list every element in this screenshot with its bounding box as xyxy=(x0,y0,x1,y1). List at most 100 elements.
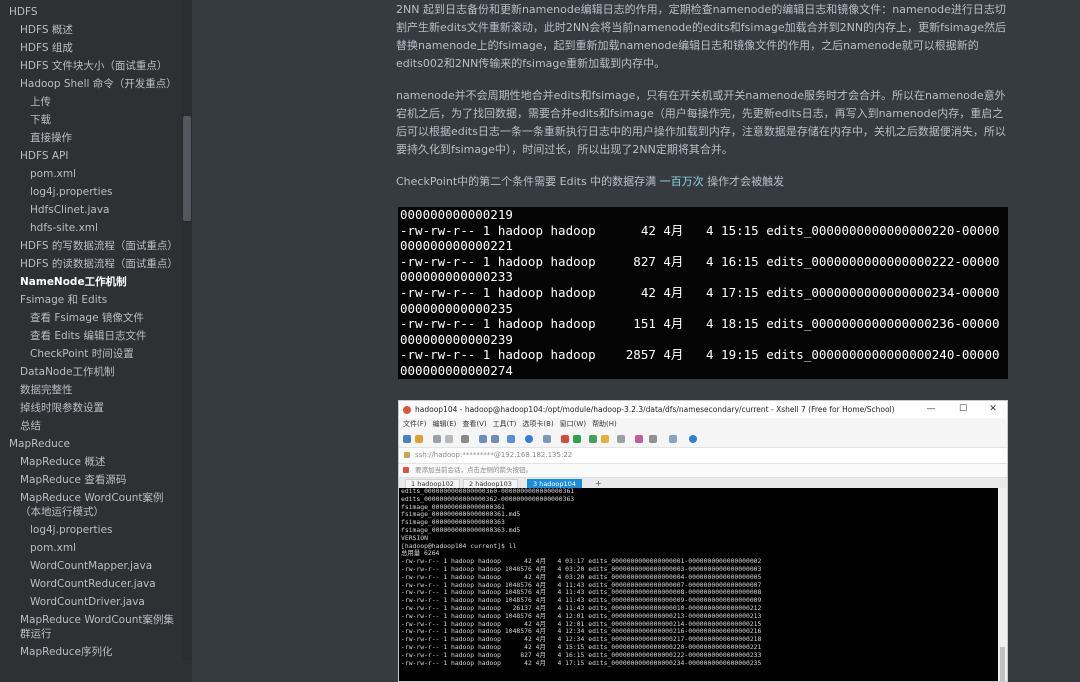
terminal-line: -rw-rw-r-- 1 hadoop hadoop 827 4月 4 16:1… xyxy=(400,253,1000,269)
bookmark-icon xyxy=(403,467,409,473)
menu-item[interactable]: 窗口(W) xyxy=(560,420,586,428)
notice-text: 要添加当前会话，点击左侧的箭头按钮。 xyxy=(415,466,532,474)
toc-item[interactable]: WordCountReducer.java xyxy=(0,575,180,593)
toc-item[interactable]: HDFS xyxy=(0,3,180,21)
toc-item[interactable]: WordCountMapper.java xyxy=(0,557,180,575)
menu-item[interactable]: 文件(F) xyxy=(403,420,427,428)
toc-item[interactable]: 下载 xyxy=(0,111,180,129)
sidebar-footer: ‹ xyxy=(0,660,192,682)
sidebar-scrollbar-thumb[interactable] xyxy=(183,116,191,221)
transfer-icon[interactable] xyxy=(573,435,581,443)
toc-item[interactable]: hdfs-site.xml xyxy=(0,219,180,237)
lock-icon[interactable] xyxy=(601,435,609,443)
terminal-screenshot-edits: 000000000000219 -rw-rw-r-- 1 hadoop hadoo… xyxy=(398,207,1008,379)
minimize-button[interactable]: — xyxy=(919,401,943,418)
session-address: ssh://hadoop:*********@192.168.182.135:2… xyxy=(415,451,573,459)
terminal-line: 000000000000235 xyxy=(400,300,513,316)
menu-item[interactable]: 工具(T) xyxy=(493,420,517,428)
disconnect-icon[interactable] xyxy=(433,435,441,443)
toc-item[interactable]: MapReduce序列化 xyxy=(0,643,180,661)
paragraph-checkpoint: CheckPoint中的第二个条件需要 Edits 中的数据存满 一百万次 操作… xyxy=(396,173,1012,191)
xshell-scrollbar-thumb[interactable] xyxy=(1000,647,1005,681)
globe-icon[interactable] xyxy=(525,435,533,443)
paragraph-namenode-merge: namenode并不会周期性地合并edits和fsimage，只有在开关机或开关… xyxy=(396,89,1006,156)
tile-icon[interactable] xyxy=(669,435,677,443)
toc-item[interactable]: MapReduce 查看源码 xyxy=(0,471,180,489)
toc-item[interactable]: CheckPoint 时间设置 xyxy=(0,345,180,363)
document-body: 2NN 起到日志备份和更新namenode编辑日志的作用，定期检查namenod… xyxy=(192,0,1080,682)
terminal-line: 000000000000233 xyxy=(400,269,513,285)
properties-icon[interactable] xyxy=(461,435,469,443)
toc-item[interactable]: HDFS 的写数据流程（面试重点） xyxy=(0,237,180,255)
terminal-line: [hadoop@hadoop104 current]$ ll xyxy=(401,541,517,550)
toc-item[interactable]: HDFS 概述 xyxy=(0,21,180,39)
toc-item[interactable]: pom.xml xyxy=(0,165,180,183)
xshell-window-screenshot: hadoop104 - hadoop@hadoop104:/opt/module… xyxy=(398,400,1008,682)
copy-icon[interactable] xyxy=(479,435,487,443)
xshell-toolbar xyxy=(399,431,1007,448)
menu-item[interactable]: 查看(V) xyxy=(462,420,486,428)
toc-item[interactable]: HDFS API xyxy=(0,147,180,165)
xshell-titlebar: hadoop104 - hadoop@hadoop104:/opt/module… xyxy=(399,401,1007,418)
toc-item[interactable]: 掉线时限参数设置 xyxy=(0,399,180,417)
toc-item[interactable]: MapReduce 概述 xyxy=(0,453,180,471)
terminal-line: 000000000000219 xyxy=(400,207,513,222)
help-icon[interactable] xyxy=(689,435,697,443)
keyboard-icon[interactable] xyxy=(617,435,625,443)
toc-item[interactable]: 直接操作 xyxy=(0,129,180,147)
toc-item[interactable]: 上传 xyxy=(0,93,180,111)
new-session-icon[interactable] xyxy=(403,435,411,443)
toc-item[interactable]: HDFS 组成 xyxy=(0,39,180,57)
xftp-icon[interactable] xyxy=(561,435,569,443)
toc-item[interactable]: Hadoop Shell 命令（开发重点） xyxy=(0,75,180,93)
toc-item[interactable]: 查看 Edits 编辑日志文件 xyxy=(0,327,180,345)
xshell-menubar: 文件(F) 编辑(E) 查看(V) 工具(T) 选项卡(B) 窗口(W) 帮助(H) xyxy=(399,418,1007,431)
checkpoint-text-before: CheckPoint中的第二个条件需要 Edits 中的数据存满 xyxy=(396,175,660,188)
xshell-logo-icon xyxy=(403,406,411,414)
toc-item[interactable]: MapReduce xyxy=(0,435,180,453)
toc-item[interactable]: MapReduce WordCount案例集群运行 xyxy=(0,611,180,643)
menu-item[interactable]: 编辑(E) xyxy=(433,420,457,428)
toc-item[interactable]: DataNode工作机制 xyxy=(0,363,180,381)
toc-item[interactable]: 查看 Fsimage 镜像文件 xyxy=(0,309,180,327)
toc-item[interactable]: 数据完整性 xyxy=(0,381,180,399)
layout-icon[interactable] xyxy=(649,435,657,443)
terminal-line: 000000000000274 xyxy=(400,362,513,378)
xshell-title: hadoop104 - hadoop@hadoop104:/opt/module… xyxy=(415,405,895,414)
reconnect-icon[interactable] xyxy=(445,435,453,443)
menu-item[interactable]: 帮助(H) xyxy=(592,420,617,428)
toc-item[interactable]: NameNode工作机制 xyxy=(0,273,180,291)
toc-item[interactable]: WordCountDriver.java xyxy=(0,593,180,611)
sidebar-scrollbar-track[interactable] xyxy=(182,0,192,660)
toc-item[interactable]: HDFS 文件块大小（面试重点） xyxy=(0,57,180,75)
terminal-line: -rw-rw-r-- 1 hadoop hadoop 42 4月 4 17:15… xyxy=(400,284,1000,300)
compose-icon[interactable] xyxy=(635,435,643,443)
toc-item[interactable]: log4j.properties xyxy=(0,521,180,539)
paste-icon[interactable] xyxy=(491,435,499,443)
toc-item[interactable]: pom.xml xyxy=(0,539,180,557)
close-button[interactable]: ✕ xyxy=(981,401,1005,418)
terminal-line: fsimage_0000000000000000363.md5 xyxy=(401,525,521,534)
font-icon[interactable] xyxy=(543,435,551,443)
find-icon[interactable] xyxy=(507,435,515,443)
lock-small-icon xyxy=(404,452,410,458)
terminal-line: 000000000000239 xyxy=(400,331,513,347)
script-icon[interactable] xyxy=(589,435,597,443)
outline-sidebar: HDFS HDFS 概述 HDFS 组成 HDFS 文件块大小（面试重点） Hadoop… xyxy=(0,0,192,682)
maximize-button[interactable]: ☐ xyxy=(951,401,975,418)
terminal-line: -rw-rw-r-- 1 hadoop hadoop 42 4月 4 15:15… xyxy=(400,222,1000,238)
terminal-line: 000000000000221 xyxy=(400,238,513,254)
toc-item[interactable]: log4j.properties xyxy=(0,183,180,201)
terminal-line: -rw-rw-r-- 1 hadoop hadoop 151 4月 4 18:1… xyxy=(400,316,1000,332)
toc-item[interactable]: HdfsClinet.java xyxy=(0,201,180,219)
toc-item[interactable]: Fsimage 和 Edits xyxy=(0,291,180,309)
menu-item[interactable]: 选项卡(B) xyxy=(522,420,553,428)
toc-item[interactable]: HDFS 的读数据流程（面试重点） xyxy=(0,255,180,273)
xshell-terminal-output[interactable]: edits_0000000000000000360-00000000000000… xyxy=(399,488,998,681)
open-folder-icon[interactable] xyxy=(415,435,423,443)
terminal-line: -rw-rw-r-- 1 hadoop hadoop 2857 4月 4 19:… xyxy=(400,347,1000,363)
toc-item[interactable]: MapReduce WordCount案例（本地运行模式） xyxy=(0,489,180,521)
table-of-contents: HDFS HDFS 概述 HDFS 组成 HDFS 文件块大小（面试重点） Hadoop… xyxy=(0,3,180,679)
toc-item[interactable]: 总结 xyxy=(0,417,180,435)
xshell-address-bar[interactable]: ssh://hadoop:*********@192.168.182.135:2… xyxy=(399,448,1007,464)
